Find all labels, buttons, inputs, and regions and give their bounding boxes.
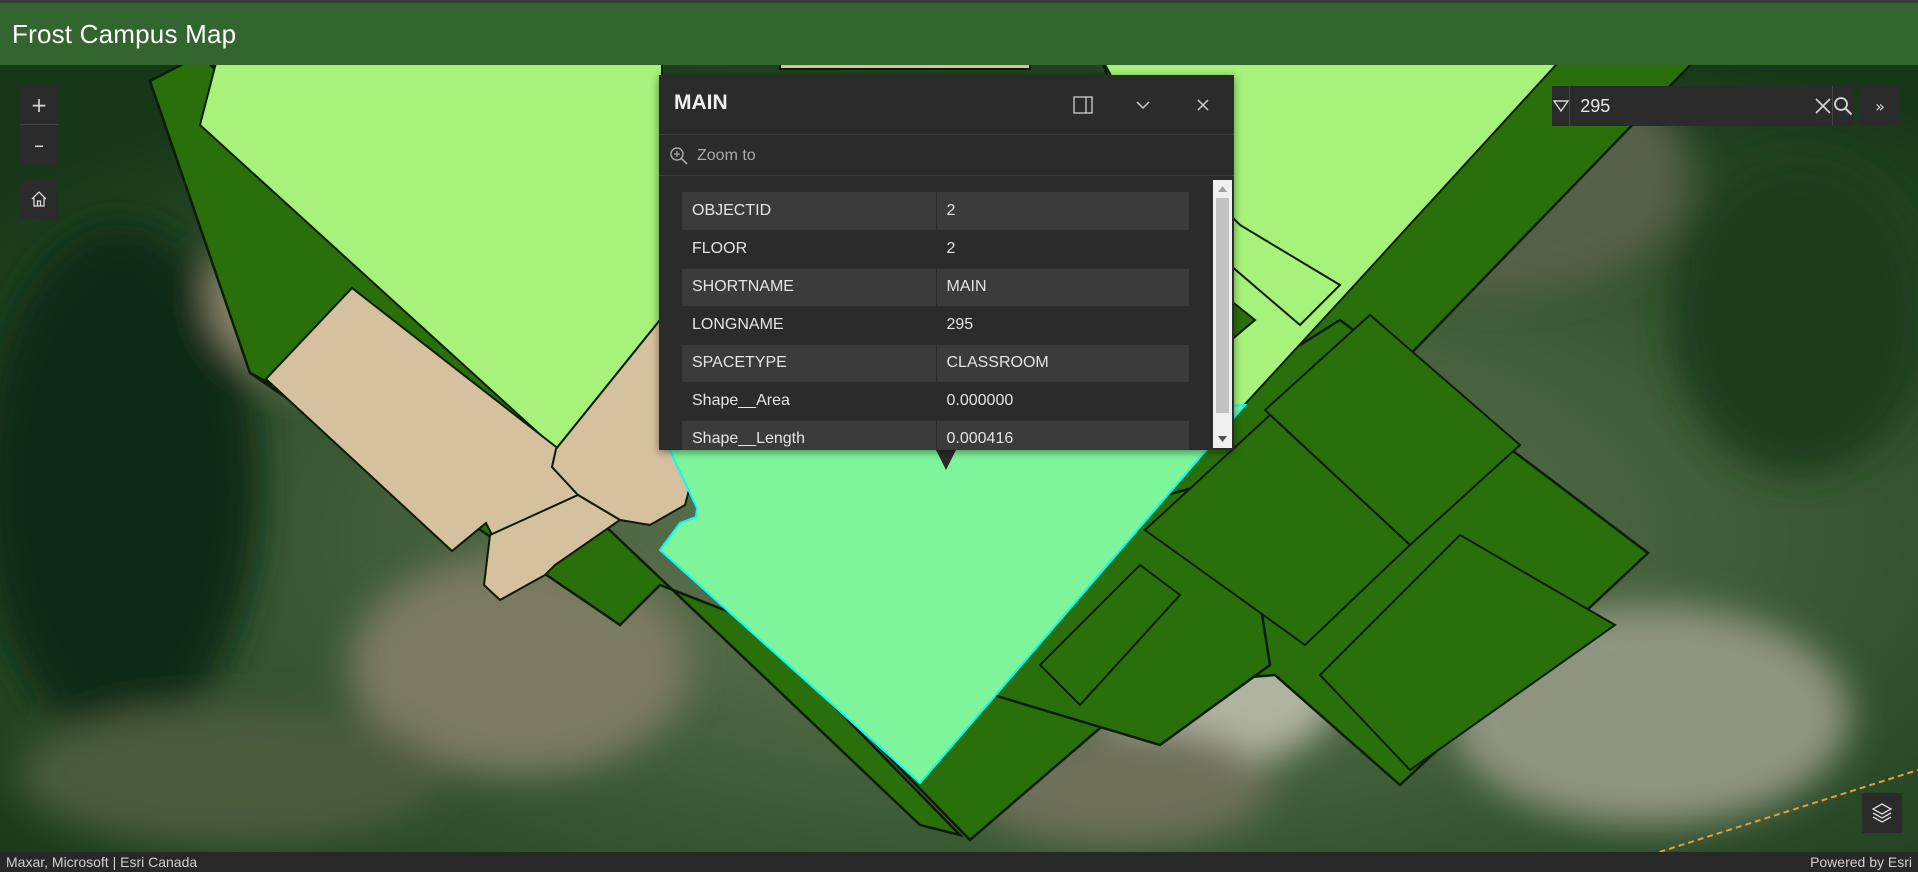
- popup-header: MAIN: [659, 75, 1234, 135]
- zoom-to-icon: [670, 146, 688, 165]
- caret-up-icon: [1218, 186, 1227, 192]
- home-icon: [31, 191, 47, 207]
- table-row: OBJECTID 2: [682, 192, 1189, 231]
- search-icon: [1834, 97, 1853, 116]
- scroll-thumb[interactable]: [1216, 198, 1229, 413]
- scroll-up-button[interactable]: [1213, 180, 1232, 198]
- layer-list-button[interactable]: [1862, 793, 1902, 833]
- caret-down-icon: [1552, 100, 1569, 112]
- search-source-button[interactable]: [1552, 86, 1571, 126]
- app-header: Frost Campus Map: [0, 3, 1918, 65]
- zoom-to-label: Zoom to: [697, 146, 756, 164]
- collapse-button[interactable]: [1127, 89, 1159, 121]
- close-button[interactable]: [1187, 89, 1219, 121]
- dock-icon: [1073, 96, 1093, 114]
- popup-title: MAIN: [674, 91, 728, 114]
- app-title: Frost Campus Map: [12, 18, 237, 49]
- layers-icon: [1871, 803, 1893, 823]
- table-row: SHORTNAME MAIN: [682, 268, 1189, 307]
- popup-pointer: [935, 448, 957, 470]
- feature-popup: MAIN Zoom to OBJECTID 2 FLOOR 2 SHORTNAM…: [659, 75, 1234, 450]
- table-row: FLOOR 2: [682, 230, 1189, 269]
- double-chevron-right-icon: »: [1875, 96, 1885, 116]
- home-button[interactable]: [20, 179, 58, 219]
- search-input[interactable]: [1570, 86, 1815, 126]
- search-submit-button[interactable]: [1832, 86, 1853, 126]
- field-value: 0.000000: [936, 382, 1189, 421]
- field-name: LONGNAME: [682, 306, 937, 345]
- search-widget: [1552, 86, 1853, 126]
- field-value: 2: [936, 192, 1189, 231]
- field-value: CLASSROOM: [936, 344, 1189, 383]
- table-row: LONGNAME 295: [682, 306, 1189, 345]
- chevron-down-icon: [1136, 101, 1150, 110]
- room-beige-north: [779, 65, 1031, 70]
- field-name: FLOOR: [682, 230, 937, 269]
- attribution-bar: Maxar, Microsoft | Esri Canada Powered b…: [0, 852, 1918, 872]
- powered-by-text[interactable]: Powered by Esri: [1810, 854, 1912, 870]
- field-name: SHORTNAME: [682, 268, 937, 307]
- zoom-to-button[interactable]: Zoom to: [659, 136, 1234, 176]
- field-value: 2: [936, 230, 1189, 269]
- popup-body[interactable]: OBJECTID 2 FLOOR 2 SHORTNAME MAIN LONGNA…: [659, 178, 1234, 450]
- attribution-text[interactable]: Maxar, Microsoft | Esri Canada: [6, 854, 197, 870]
- popup-scrollbar[interactable]: [1213, 180, 1232, 448]
- table-row: Shape__Length 0.000416: [682, 420, 1189, 450]
- field-value: MAIN: [936, 268, 1189, 307]
- scroll-down-button[interactable]: [1213, 430, 1232, 448]
- field-name: Shape__Length: [682, 420, 937, 450]
- attribute-table: OBJECTID 2 FLOOR 2 SHORTNAME MAIN LONGNA…: [682, 192, 1189, 450]
- close-icon: [1815, 98, 1831, 114]
- caret-down-icon: [1218, 436, 1227, 442]
- zoom-in-label: +: [30, 92, 48, 117]
- expand-panel-button[interactable]: »: [1860, 86, 1900, 126]
- table-row: Shape__Area 0.000000: [682, 382, 1189, 421]
- field-name: SPACETYPE: [682, 344, 937, 383]
- dock-button[interactable]: [1067, 89, 1099, 121]
- field-value: 295: [936, 306, 1189, 345]
- search-clear-button[interactable]: [1814, 86, 1832, 126]
- close-icon: [1197, 99, 1209, 111]
- field-name: OBJECTID: [682, 192, 937, 231]
- table-row: SPACETYPE CLASSROOM: [682, 344, 1189, 383]
- field-name: Shape__Area: [682, 382, 937, 421]
- zoom-in-button[interactable]: +: [20, 85, 58, 125]
- field-value: 0.000416: [936, 420, 1189, 450]
- zoom-out-button[interactable]: –: [20, 125, 58, 165]
- zoom-out-label: –: [34, 133, 44, 157]
